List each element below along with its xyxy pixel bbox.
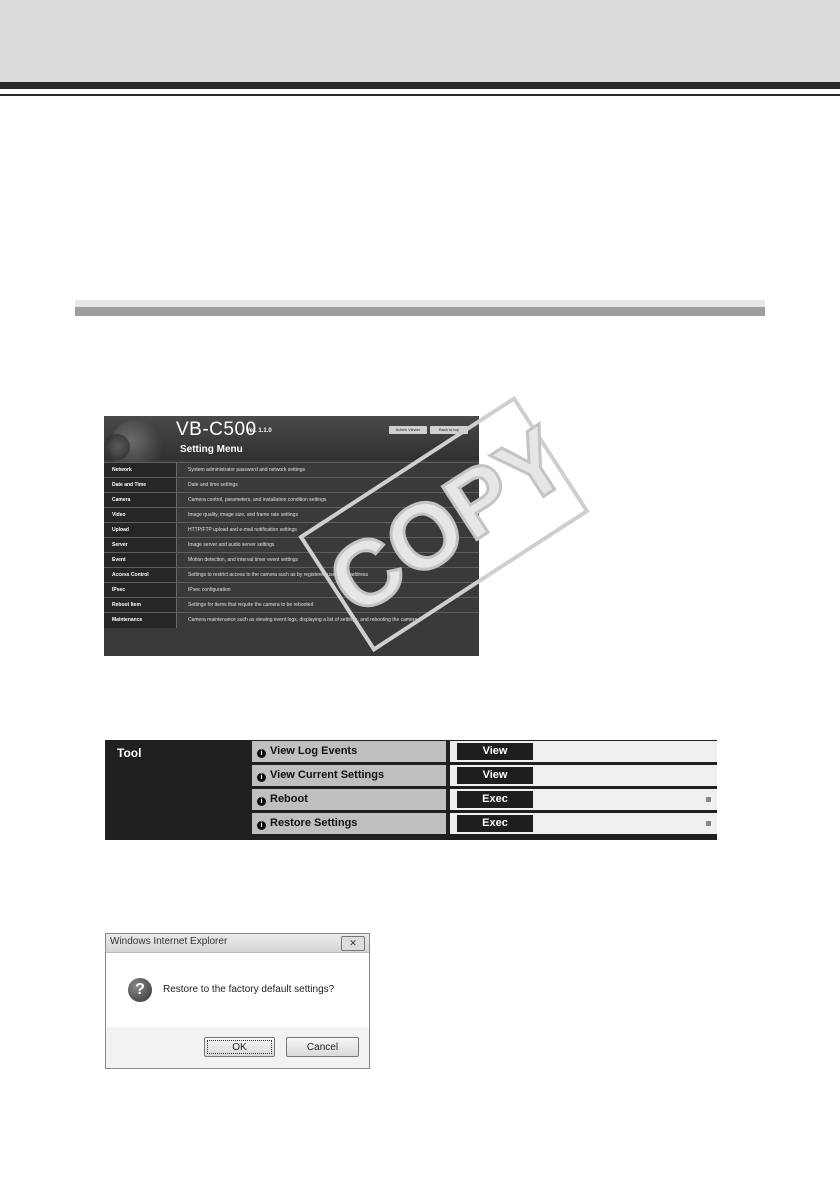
tool-item: i View Current Settings [252, 765, 446, 786]
square-marker-icon [706, 797, 711, 802]
ok-button[interactable]: OK [204, 1037, 275, 1057]
tool-label: Tool [117, 746, 142, 760]
tool-item: i View Log Events [252, 741, 446, 762]
setting-menu-item-name[interactable]: Upload [104, 523, 177, 538]
tool-item: i Restore Settings [252, 813, 446, 834]
setting-menu-item-description: System administrator password and networ… [188, 467, 305, 473]
dialog-message: Restore to the factory default settings? [163, 984, 335, 995]
header-rule-thick [0, 82, 840, 89]
tool-item-label: View Log Events [270, 745, 358, 757]
setting-menu-item-name[interactable]: Network [104, 463, 177, 478]
tool-row: i Restore Settings Exec [252, 812, 717, 835]
tool-action-button[interactable]: Exec [457, 815, 533, 832]
setting-menu-item-description: IPsec configuration [188, 587, 231, 593]
setting-menu-item-description: HTTP/FTP upload and e-mail notification … [188, 527, 297, 533]
tool-action-button[interactable]: View [457, 767, 533, 784]
tool-item-label: View Current Settings [270, 769, 385, 781]
setting-menu-item-name[interactable]: Video [104, 508, 177, 523]
camera-version: Ver. 1.1.0 [246, 428, 272, 434]
setting-menu-item-name[interactable]: IPsec [104, 583, 177, 598]
question-icon: ? [128, 978, 152, 1002]
setting-menu-item-description: Settings for items that require the came… [188, 602, 314, 608]
section-bar-highlight [75, 300, 765, 307]
dialog-body: ? Restore to the factory default setting… [106, 953, 369, 1027]
tool-row: i Reboot Exec [252, 788, 717, 811]
cancel-button[interactable]: Cancel [286, 1037, 359, 1057]
tool-action-cell: View [450, 765, 717, 786]
setting-menu-title: Setting Menu [180, 444, 243, 455]
confirm-dialog: Windows Internet Explorer ✕ ? Restore to… [105, 933, 370, 1069]
setting-menu-item-name[interactable]: Date and Time [104, 478, 177, 493]
setting-menu-item-name[interactable]: Maintenance [104, 613, 177, 628]
tool-item-label: Reboot [270, 793, 308, 805]
tool-panel: Tool i View Log Events View i View Current S… [105, 740, 717, 840]
tool-action-cell: Exec [450, 789, 717, 810]
close-icon[interactable]: ✕ [341, 936, 365, 951]
setting-menu-item-name[interactable]: Server [104, 538, 177, 553]
tool-action-button[interactable]: View [457, 743, 533, 760]
header-rule-thin [0, 94, 840, 96]
setting-menu-item-name[interactable]: Access Control [104, 568, 177, 583]
tool-item: i Reboot [252, 789, 446, 810]
square-marker-icon [706, 821, 711, 826]
info-icon: i [257, 773, 266, 782]
info-icon: i [257, 797, 266, 806]
setting-menu-item-description: Motion detection, and interval timer eve… [188, 557, 299, 563]
page-header-band [0, 0, 840, 82]
tool-action-button[interactable]: Exec [457, 791, 533, 808]
tool-action-cell: View [450, 741, 717, 762]
gear-icon [104, 434, 130, 460]
info-icon: i [257, 749, 266, 758]
setting-menu-item-description: Camera control, parameters, and installa… [188, 497, 327, 503]
setting-menu-item-name[interactable]: Camera [104, 493, 177, 508]
setting-menu-item-description: Image quality, image size, and frame rat… [188, 512, 298, 518]
setting-menu-item-name[interactable]: Event [104, 553, 177, 568]
camera-model: VB-C500 [176, 419, 257, 440]
section-bar [75, 307, 765, 316]
dialog-title: Windows Internet Explorer [110, 936, 228, 947]
setting-menu-item-description: Date and time settings [188, 482, 238, 488]
info-icon: i [257, 821, 266, 830]
setting-menu-item-description: Image server and audio server settings [188, 542, 275, 548]
setting-menu-item-name[interactable]: Reboot Item [104, 598, 177, 613]
tool-action-cell: Exec [450, 813, 717, 834]
dialog-titlebar: Windows Internet Explorer ✕ [106, 934, 369, 953]
tool-row: i View Current Settings View [252, 764, 717, 787]
tool-item-label: Restore Settings [270, 817, 358, 829]
admin-viewer-button[interactable]: Admin Viewer [389, 426, 427, 434]
tool-row: i View Log Events View [252, 740, 717, 763]
